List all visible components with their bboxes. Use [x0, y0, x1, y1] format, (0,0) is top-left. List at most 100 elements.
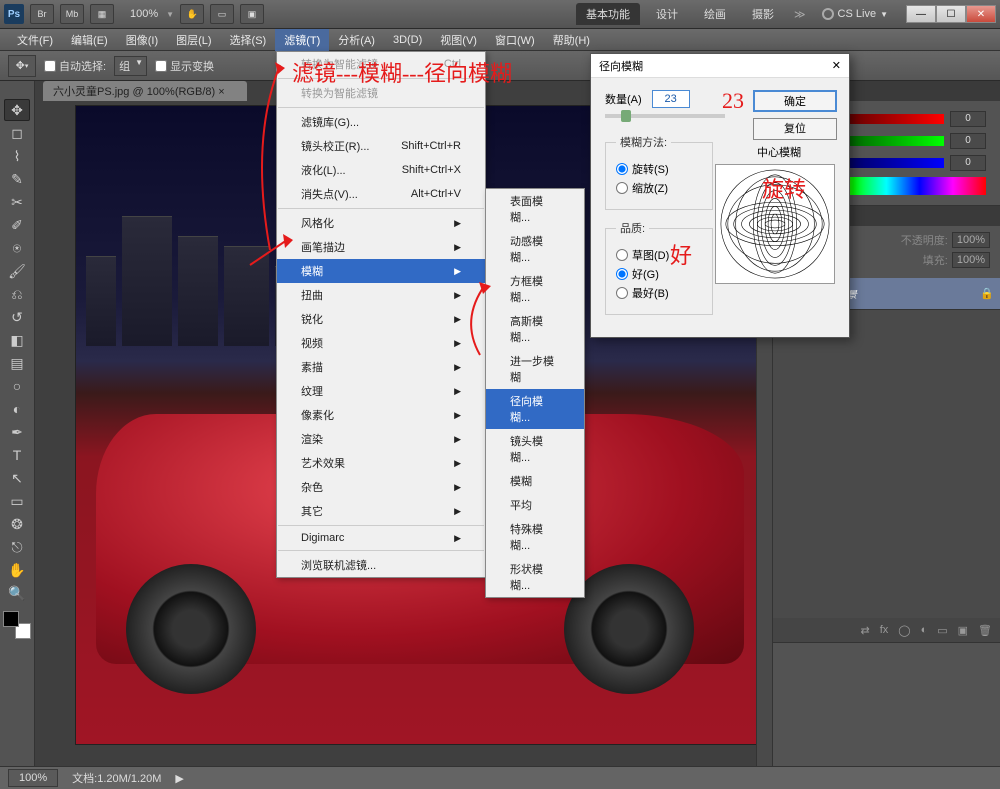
workspace-tab-design[interactable]: 设计 [646, 3, 688, 25]
adjustment-layer-icon[interactable]: ◐ [921, 624, 928, 636]
filter-digimarc[interactable]: Digimarc▶ [277, 528, 485, 548]
filter-group-blur[interactable]: 模糊▶ [277, 259, 485, 283]
filter-group-artistic[interactable]: 艺术效果▶ [277, 451, 485, 475]
arrange-docs-icon[interactable]: ▭ [210, 4, 234, 24]
blur-preview[interactable] [715, 164, 835, 284]
blur-tool[interactable]: ○ [4, 375, 30, 397]
filter-group-brush[interactable]: 画笔描边▶ [277, 235, 485, 259]
filter-group-render[interactable]: 渲染▶ [277, 427, 485, 451]
blur-smart[interactable]: 特殊模糊... [486, 517, 584, 557]
new-layer-icon[interactable]: ▣ [958, 624, 968, 637]
marquee-tool[interactable]: ◻ [4, 122, 30, 144]
filter-group-distort[interactable]: 扭曲▶ [277, 283, 485, 307]
zoom-level[interactable]: 100% [124, 8, 164, 20]
status-doc-size[interactable]: 文档:1.20M/1.20M [72, 770, 161, 786]
menu-view[interactable]: 视图(V) [431, 29, 486, 51]
workspace-tab-photography[interactable]: 摄影 [742, 3, 784, 25]
filter-group-pixelate[interactable]: 像素化▶ [277, 403, 485, 427]
filter-vanishing[interactable]: 消失点(V)...Alt+Ctrl+V [277, 182, 485, 206]
menu-image[interactable]: 图像(I) [117, 29, 167, 51]
mask-icon[interactable]: ◯ [898, 624, 910, 637]
filter-browse-online[interactable]: 浏览联机滤镜... [277, 553, 485, 577]
auto-select-checkbox[interactable]: 自动选择: [44, 58, 106, 74]
filter-lens[interactable]: 镜头校正(R)...Shift+Ctrl+R [277, 134, 485, 158]
method-spin-radio[interactable]: 旋转(S) [616, 161, 702, 177]
menu-edit[interactable]: 编辑(E) [62, 29, 117, 51]
minimize-button[interactable]: — [906, 5, 936, 23]
stamp-tool[interactable]: ⎌ [4, 283, 30, 305]
workspace-tab-painting[interactable]: 绘画 [694, 3, 736, 25]
blur-radial[interactable]: 径向模糊... [486, 389, 584, 429]
reset-button[interactable]: 复位 [753, 118, 837, 140]
filter-group-other[interactable]: 其它▶ [277, 499, 485, 523]
fx-icon[interactable]: fx [880, 624, 889, 636]
healing-tool[interactable]: ⍟ [4, 237, 30, 259]
status-arrow-icon[interactable]: ▶ [175, 772, 183, 785]
red-value[interactable]: 0 [950, 111, 986, 127]
zoom-dropdown-icon[interactable]: ▼ [166, 10, 174, 19]
screen-mode-icon[interactable]: ▣ [240, 4, 264, 24]
brush-tool[interactable]: 🖌 [4, 260, 30, 282]
blur-shape[interactable]: 形状模糊... [486, 557, 584, 597]
show-transform-checkbox[interactable]: 显示变换 [155, 58, 214, 74]
quick-select-tool[interactable]: ✎ [4, 168, 30, 190]
method-zoom-radio[interactable]: 缩放(Z) [616, 180, 702, 196]
dodge-tool[interactable]: ◐ [4, 398, 30, 420]
eyedropper-tool[interactable]: ✐ [4, 214, 30, 236]
quality-draft-radio[interactable]: 草图(D) [616, 247, 702, 263]
filter-group-sharpen[interactable]: 锐化▶ [277, 307, 485, 331]
color-swatches[interactable] [3, 611, 31, 639]
amount-input[interactable] [652, 90, 690, 108]
menu-layer[interactable]: 图层(L) [167, 29, 220, 51]
workspace-more-icon[interactable]: ≫ [790, 8, 810, 21]
filter-gallery[interactable]: 滤镜库(G)... [277, 110, 485, 134]
amount-slider[interactable] [605, 114, 725, 118]
bridge-icon[interactable]: Br [30, 4, 54, 24]
workspace-tab-essentials[interactable]: 基本功能 [576, 3, 640, 25]
blur-gaussian[interactable]: 高斯模糊... [486, 309, 584, 349]
dialog-titlebar[interactable]: 径向模糊 ✕ [591, 54, 849, 78]
ok-button[interactable]: 确定 [753, 90, 837, 112]
cslive-button[interactable]: CS Live▼ [816, 8, 894, 20]
menu-select[interactable]: 选择(S) [221, 29, 276, 51]
minibridge-icon[interactable]: Mb [60, 4, 84, 24]
filter-group-texture[interactable]: 纹理▶ [277, 379, 485, 403]
menu-filter[interactable]: 滤镜(T) [275, 29, 329, 51]
quality-best-radio[interactable]: 最好(B) [616, 285, 702, 301]
blur-box[interactable]: 方框模糊... [486, 269, 584, 309]
menu-window[interactable]: 窗口(W) [486, 29, 544, 51]
hand-icon[interactable]: ✋ [180, 4, 204, 24]
menu-analysis[interactable]: 分析(A) [329, 29, 384, 51]
zoom-tool[interactable]: 🔍 [4, 582, 30, 604]
menu-file[interactable]: 文件(F) [8, 29, 62, 51]
hand-tool[interactable]: ✋ [4, 559, 30, 581]
blue-value[interactable]: 0 [950, 155, 986, 171]
filter-group-noise[interactable]: 杂色▶ [277, 475, 485, 499]
menu-help[interactable]: 帮助(H) [544, 29, 599, 51]
blur-blur[interactable]: 模糊 [486, 469, 584, 493]
status-zoom[interactable]: 100% [8, 769, 58, 787]
maximize-button[interactable]: ☐ [936, 5, 966, 23]
group-icon[interactable]: ▭ [937, 624, 947, 637]
opacity-value[interactable]: 100% [952, 232, 990, 248]
filter-last[interactable]: 转换为智能滤镜Ctrl [277, 52, 485, 76]
path-select-tool[interactable]: ↖ [4, 467, 30, 489]
filter-group-stylize[interactable]: 风格化▶ [277, 211, 485, 235]
filter-group-video[interactable]: 视频▶ [277, 331, 485, 355]
fill-value[interactable]: 100% [952, 252, 990, 268]
crop-tool[interactable]: ✂ [4, 191, 30, 213]
green-value[interactable]: 0 [950, 133, 986, 149]
gradient-tool[interactable]: ▤ [4, 352, 30, 374]
move-tool[interactable]: ✥ [4, 99, 30, 121]
auto-select-type-select[interactable]: 组 ▼ [114, 56, 147, 76]
eraser-tool[interactable]: ◧ [4, 329, 30, 351]
menu-3d[interactable]: 3D(D) [384, 31, 431, 49]
shape-tool[interactable]: ▭ [4, 490, 30, 512]
type-tool[interactable]: T [4, 444, 30, 466]
close-button[interactable]: ✕ [966, 5, 996, 23]
lasso-tool[interactable]: ⌇ [4, 145, 30, 167]
history-brush-tool[interactable]: ↺ [4, 306, 30, 328]
3d-camera-tool[interactable]: ⎋ [4, 536, 30, 558]
link-layers-icon[interactable]: ⇄ [860, 624, 869, 637]
dialog-close-icon[interactable]: ✕ [832, 59, 841, 72]
